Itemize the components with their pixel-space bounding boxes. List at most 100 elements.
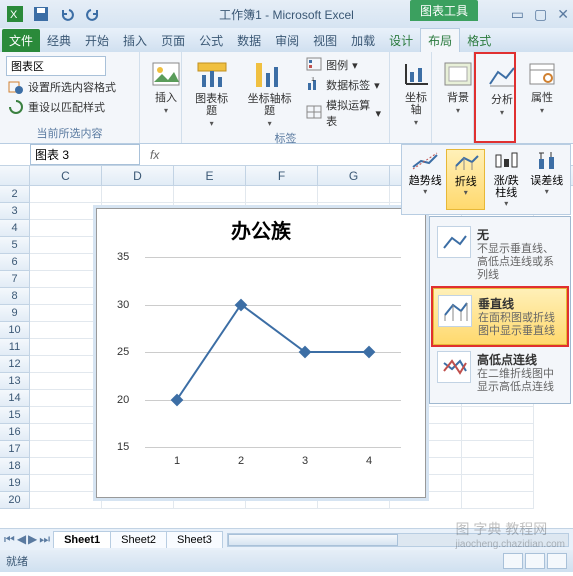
error-bars-button[interactable]: 误差线 bbox=[528, 149, 566, 210]
tab-formula[interactable]: 公式 bbox=[192, 29, 230, 52]
tab-format[interactable]: 格式 bbox=[460, 29, 498, 52]
row-header[interactable]: 13 bbox=[0, 373, 30, 390]
horizontal-scrollbar[interactable] bbox=[227, 533, 569, 547]
row-header[interactable]: 10 bbox=[0, 322, 30, 339]
cell[interactable] bbox=[30, 305, 102, 322]
col-header[interactable]: E bbox=[174, 166, 246, 185]
cell[interactable] bbox=[102, 186, 174, 203]
tab-addin[interactable]: 加载 bbox=[344, 29, 382, 52]
row-header[interactable]: 6 bbox=[0, 254, 30, 271]
insert-button[interactable]: 插入 bbox=[146, 56, 186, 117]
col-header[interactable]: D bbox=[102, 166, 174, 185]
tab-view[interactable]: 视图 bbox=[306, 29, 344, 52]
menu-item-none[interactable]: 无不显示垂直线、高低点连线或系列线 bbox=[433, 220, 567, 288]
sheet-tab[interactable]: Sheet1 bbox=[53, 531, 111, 548]
col-header[interactable]: G bbox=[318, 166, 390, 185]
menu-item-droplines[interactable]: 垂直线在面积图或折线图中显示垂直线 bbox=[433, 288, 567, 345]
row-header[interactable]: 15 bbox=[0, 407, 30, 424]
row-header[interactable]: 17 bbox=[0, 441, 30, 458]
cell[interactable] bbox=[30, 390, 102, 407]
col-header[interactable]: F bbox=[246, 166, 318, 185]
cell[interactable] bbox=[30, 492, 102, 509]
tab-file[interactable]: 文件 bbox=[2, 29, 40, 52]
name-box[interactable]: 图表 3 bbox=[30, 144, 140, 165]
cell[interactable] bbox=[30, 254, 102, 271]
cell[interactable] bbox=[30, 356, 102, 373]
sheet-tab[interactable]: Sheet3 bbox=[166, 531, 223, 548]
chart-element-selector[interactable]: 图表区 bbox=[6, 56, 106, 76]
data-labels-button[interactable]: 1数据标签 ▾ bbox=[304, 76, 383, 94]
row-header[interactable]: 20 bbox=[0, 492, 30, 509]
cell[interactable] bbox=[462, 458, 534, 475]
restore-icon[interactable]: ▢ bbox=[534, 6, 547, 23]
reset-style-button[interactable]: 重设以匹配样式 bbox=[6, 98, 133, 116]
save-icon[interactable] bbox=[30, 3, 52, 25]
tab-layout[interactable]: 布局 bbox=[420, 28, 460, 52]
chart-title-button[interactable]: 图表标题 bbox=[188, 56, 235, 130]
tab-home[interactable]: 开始 bbox=[78, 29, 116, 52]
cell[interactable] bbox=[462, 492, 534, 509]
format-selection-button[interactable]: 设置所选内容格式 bbox=[6, 78, 133, 96]
tab-insert[interactable]: 插入 bbox=[116, 29, 154, 52]
cell[interactable] bbox=[30, 322, 102, 339]
cell[interactable] bbox=[30, 203, 102, 220]
cell[interactable] bbox=[30, 186, 102, 203]
row-header[interactable]: 16 bbox=[0, 424, 30, 441]
row-header[interactable]: 18 bbox=[0, 458, 30, 475]
row-header[interactable]: 14 bbox=[0, 390, 30, 407]
cell[interactable] bbox=[318, 186, 390, 203]
embedded-chart[interactable]: 办公族 15202530351234 bbox=[96, 208, 426, 498]
properties-button[interactable]: 属性 bbox=[522, 56, 562, 117]
sheet-tab[interactable]: Sheet2 bbox=[110, 531, 167, 548]
row-header[interactable]: 5 bbox=[0, 237, 30, 254]
row-header[interactable]: 4 bbox=[0, 220, 30, 237]
tab-page[interactable]: 页面 bbox=[154, 29, 192, 52]
row-header[interactable]: 2 bbox=[0, 186, 30, 203]
page-layout-icon[interactable] bbox=[525, 553, 545, 569]
tab-nav[interactable]: ⏮◀▶⏭ bbox=[0, 532, 54, 547]
chart-title[interactable]: 办公族 bbox=[97, 209, 425, 250]
row-header[interactable]: 12 bbox=[0, 356, 30, 373]
cell[interactable] bbox=[30, 339, 102, 356]
cell[interactable] bbox=[30, 441, 102, 458]
cell[interactable] bbox=[30, 237, 102, 254]
cell[interactable] bbox=[30, 373, 102, 390]
close-icon[interactable]: ✕ bbox=[557, 6, 569, 23]
updown-bars-button[interactable]: 涨/跌柱线 bbox=[487, 149, 525, 210]
tab-review[interactable]: 审阅 bbox=[268, 29, 306, 52]
cell[interactable] bbox=[462, 441, 534, 458]
lines-button[interactable]: 折线 bbox=[446, 149, 485, 210]
row-header[interactable]: 11 bbox=[0, 339, 30, 356]
menu-item-hilolines[interactable]: 高低点连线在二维折线图中显示高低点连线 bbox=[433, 345, 567, 400]
cell[interactable] bbox=[462, 475, 534, 492]
cell[interactable] bbox=[30, 458, 102, 475]
tab-classic[interactable]: 经典 bbox=[40, 29, 78, 52]
page-break-icon[interactable] bbox=[547, 553, 567, 569]
cell[interactable] bbox=[462, 407, 534, 424]
cell[interactable] bbox=[30, 271, 102, 288]
excel-icon[interactable]: X bbox=[4, 3, 26, 25]
redo-icon[interactable] bbox=[82, 3, 104, 25]
tab-data[interactable]: 数据 bbox=[230, 29, 268, 52]
undo-icon[interactable] bbox=[56, 3, 78, 25]
axis-title-button[interactable]: 坐标轴标题 bbox=[241, 56, 298, 130]
normal-view-icon[interactable] bbox=[503, 553, 523, 569]
row-header[interactable]: 19 bbox=[0, 475, 30, 492]
fx-icon[interactable]: fx bbox=[144, 148, 165, 162]
cell[interactable] bbox=[30, 407, 102, 424]
tab-design[interactable]: 设计 bbox=[382, 29, 420, 52]
cell[interactable] bbox=[174, 186, 246, 203]
row-header[interactable]: 7 bbox=[0, 271, 30, 288]
cell[interactable] bbox=[246, 186, 318, 203]
row-header[interactable]: 9 bbox=[0, 305, 30, 322]
col-header[interactable]: C bbox=[30, 166, 102, 185]
legend-button[interactable]: 图例 ▾ bbox=[304, 56, 383, 74]
background-button[interactable]: 背景 bbox=[438, 56, 478, 117]
cell[interactable] bbox=[30, 424, 102, 441]
cell[interactable] bbox=[30, 220, 102, 237]
cell[interactable] bbox=[30, 475, 102, 492]
cell[interactable] bbox=[30, 288, 102, 305]
row-header[interactable]: 8 bbox=[0, 288, 30, 305]
row-header[interactable]: 3 bbox=[0, 203, 30, 220]
plot-area[interactable]: 15202530351234 bbox=[145, 257, 401, 447]
